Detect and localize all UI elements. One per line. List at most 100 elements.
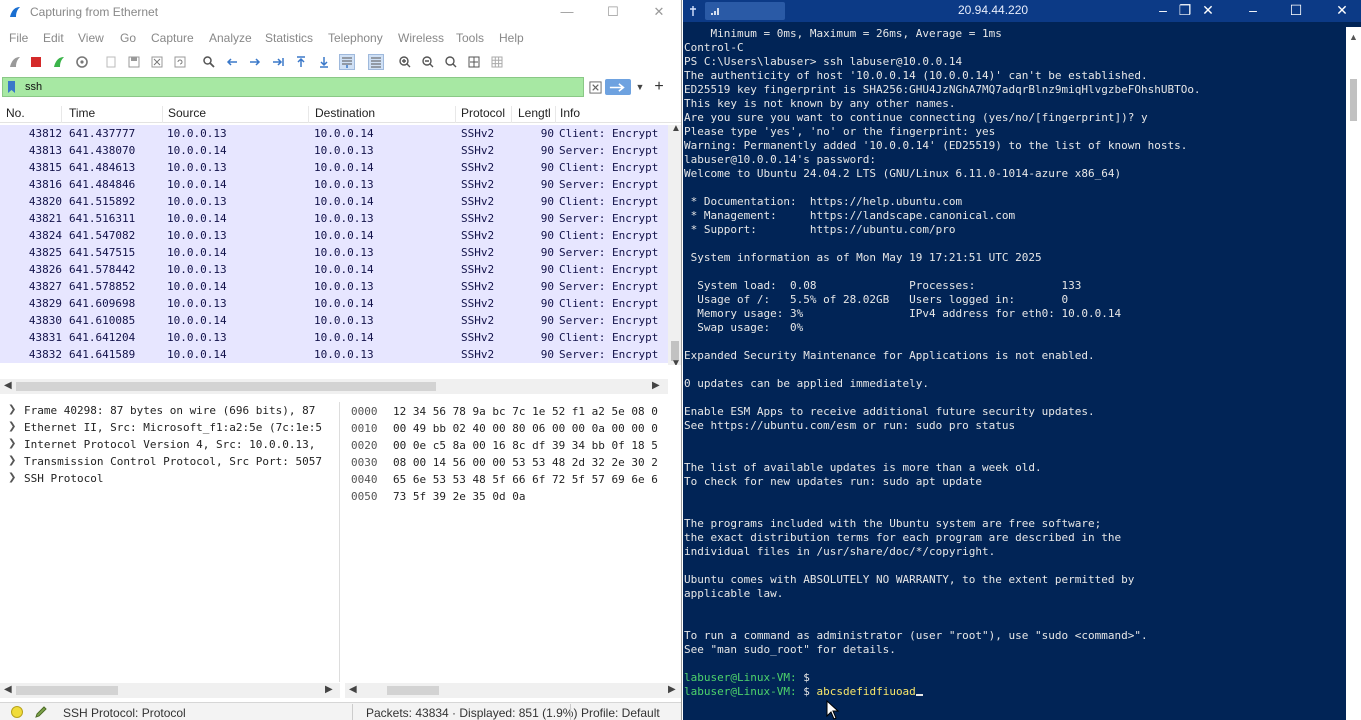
- packet-row[interactable]: 43815 641.484613 10.0.0.13 10.0.0.14 SSHv2 90…: [0, 159, 668, 176]
- capture-options-icon[interactable]: [74, 54, 90, 70]
- menu-edit[interactable]: Edit: [43, 31, 64, 45]
- resize-columns-icon[interactable]: [466, 54, 482, 70]
- scroll-thumb[interactable]: [16, 686, 118, 695]
- status-profile-text[interactable]: Profile: Default: [581, 706, 660, 720]
- chevron-right-icon[interactable]: ❯: [8, 404, 16, 415]
- chevron-right-icon[interactable]: ❯: [8, 438, 16, 449]
- chevron-right-icon[interactable]: ❯: [8, 455, 16, 466]
- reload-file-icon[interactable]: [172, 54, 188, 70]
- chevron-right-icon[interactable]: ❯: [8, 421, 16, 432]
- scroll-down-icon[interactable]: ▼: [671, 358, 681, 365]
- close-file-icon[interactable]: [149, 54, 165, 70]
- scroll-thumb[interactable]: [16, 382, 436, 391]
- menu-wireless[interactable]: Wireless: [398, 31, 444, 45]
- packet-row[interactable]: 43812 641.437777 10.0.0.13 10.0.0.14 SSHv2 90…: [0, 125, 668, 142]
- add-filter-button-icon[interactable]: +: [652, 78, 666, 95]
- hex-dump-row[interactable]: 0000 12 34 56 78 9a bc 7c 1e 52 f1 a2 5e …: [345, 404, 681, 419]
- scroll-left-icon[interactable]: ◀: [4, 380, 12, 391]
- packet-row[interactable]: 43832 641.641589 10.0.0.14 10.0.0.13 SSHv2 90…: [0, 346, 668, 363]
- remote-minimize-icon[interactable]: –: [1153, 1, 1173, 19]
- maximize-button[interactable]: ☐: [590, 2, 636, 22]
- terminal-output[interactable]: Minimum = 0ms, Maximum = 26ms, Average =…: [684, 27, 1344, 699]
- detail-ipv4[interactable]: ❯ Internet Protocol Version 4, Src: 10.0.…: [0, 436, 339, 453]
- column-header-no[interactable]: No.: [0, 106, 62, 123]
- last-packet-icon[interactable]: [316, 54, 332, 70]
- menu-view[interactable]: View: [78, 31, 104, 45]
- detail-tcp[interactable]: ❯ Transmission Control Protocol, Src Port…: [0, 453, 339, 470]
- remote-close-icon[interactable]: ✕: [1198, 1, 1218, 19]
- packet-row[interactable]: 43830 641.610085 10.0.0.14 10.0.0.13 SSHv2 90…: [0, 312, 668, 329]
- packet-row[interactable]: 43816 641.484846 10.0.0.14 10.0.0.13 SSHv2 90…: [0, 176, 668, 193]
- display-filter-input[interactable]: [25, 79, 565, 95]
- chevron-right-icon[interactable]: ❯: [8, 472, 16, 483]
- pin-icon[interactable]: [687, 5, 699, 17]
- menu-telephony[interactable]: Telephony: [328, 31, 383, 45]
- packet-row[interactable]: 43820 641.515892 10.0.0.13 10.0.0.14 SSHv2 90…: [0, 193, 668, 210]
- scroll-right-icon[interactable]: ▶: [325, 684, 333, 695]
- scroll-thumb[interactable]: [1350, 79, 1357, 121]
- scroll-left-icon[interactable]: ◀: [349, 684, 357, 695]
- scroll-up-icon[interactable]: ▲: [1349, 32, 1358, 42]
- scroll-thumb[interactable]: [387, 686, 439, 695]
- detail-frame[interactable]: ❯ Frame 40298: 87 bytes on wire (696 bits…: [0, 402, 339, 419]
- auto-scroll-icon[interactable]: [339, 54, 355, 70]
- scroll-right-icon[interactable]: ▶: [652, 380, 660, 391]
- scroll-left-icon[interactable]: ◀: [4, 684, 12, 695]
- terminal-input-line[interactable]: labuser@Linux-VM: $ abcsdefidfiuoad: [684, 685, 1344, 699]
- scroll-right-icon[interactable]: ▶: [668, 684, 676, 695]
- packet-list-horizontal-scrollbar[interactable]: ◀ ▶: [0, 379, 668, 394]
- details-horizontal-scrollbar[interactable]: ◀ ▶: [0, 683, 340, 698]
- zoom-in-icon[interactable]: [397, 54, 413, 70]
- column-header-protocol[interactable]: Protocol: [455, 106, 512, 123]
- open-file-icon[interactable]: [103, 54, 119, 70]
- go-to-packet-icon[interactable]: [270, 54, 286, 70]
- restart-capture-icon[interactable]: [51, 54, 67, 70]
- column-header-time[interactable]: Time: [63, 106, 163, 123]
- detail-ssh[interactable]: ❯ SSH Protocol: [0, 470, 339, 487]
- packet-row[interactable]: 43827 641.578852 10.0.0.14 10.0.0.13 SSHv2 90…: [0, 278, 668, 295]
- column-header-destination[interactable]: Destination: [309, 106, 456, 123]
- normal-size-icon[interactable]: [443, 54, 459, 70]
- grid-icon[interactable]: [489, 54, 505, 70]
- packet-row[interactable]: 43813 641.438070 10.0.0.14 10.0.0.13 SSHv2 90…: [0, 142, 668, 159]
- column-header-length[interactable]: Lengtl: [512, 106, 556, 123]
- minimize-button[interactable]: —: [544, 2, 590, 22]
- clear-filter-icon[interactable]: [588, 79, 602, 95]
- packet-row[interactable]: 43825 641.547515 10.0.0.14 10.0.0.13 SSHv2 90…: [0, 244, 668, 261]
- go-back-icon[interactable]: [224, 54, 240, 70]
- window-maximize-icon[interactable]: ☐: [1286, 1, 1306, 19]
- menu-go[interactable]: Go: [120, 31, 136, 45]
- hex-dump-row[interactable]: 0030 08 00 14 56 00 00 53 53 48 2d 32 2e …: [345, 455, 681, 470]
- go-forward-icon[interactable]: [247, 54, 263, 70]
- hex-dump-row[interactable]: 0050 73 5f 39 2e 35 0d 0a: [345, 489, 681, 504]
- window-close-icon[interactable]: ✕: [1332, 1, 1352, 19]
- zoom-out-icon[interactable]: [420, 54, 436, 70]
- terminal-scrollbar[interactable]: ▲: [1346, 27, 1361, 720]
- close-button[interactable]: ✕: [636, 2, 681, 22]
- detail-ethernet[interactable]: ❯ Ethernet II, Src: Microsoft_f1:a2:5e (7…: [0, 419, 339, 436]
- menu-file[interactable]: File: [9, 31, 28, 45]
- packet-list-vertical-scrollbar[interactable]: ▲ ▼: [668, 123, 681, 365]
- scroll-up-icon[interactable]: ▲: [671, 123, 681, 134]
- bytes-horizontal-scrollbar[interactable]: ◀ ▶: [345, 683, 681, 698]
- window-minimize-icon[interactable]: –: [1243, 1, 1263, 19]
- expert-info-icon[interactable]: [11, 706, 23, 718]
- packet-row[interactable]: 43831 641.641204 10.0.0.13 10.0.0.14 SSHv2 90…: [0, 329, 668, 346]
- find-packet-icon[interactable]: [201, 54, 217, 70]
- remote-tab[interactable]: [705, 2, 785, 20]
- menu-tools[interactable]: Tools: [456, 31, 484, 45]
- packet-row[interactable]: 43824 641.547082 10.0.0.13 10.0.0.14 SSHv2 90…: [0, 227, 668, 244]
- column-header-info[interactable]: Info: [554, 106, 668, 123]
- filter-history-dropdown-icon[interactable]: ▼: [634, 79, 646, 95]
- packet-row[interactable]: 43821 641.516311 10.0.0.14 10.0.0.13 SSHv2 90…: [0, 210, 668, 227]
- hex-dump-row[interactable]: 0020 00 0e c5 8a 00 16 8c df 39 34 bb 0f …: [345, 438, 681, 453]
- hex-dump-row[interactable]: 0040 65 6e 53 53 48 5f 66 6f 72 5f 57 69 …: [345, 472, 681, 487]
- menu-statistics[interactable]: Statistics: [265, 31, 313, 45]
- apply-filter-button[interactable]: [605, 79, 631, 95]
- stop-capture-icon[interactable]: [28, 54, 44, 70]
- colorize-icon[interactable]: [368, 54, 384, 70]
- hex-dump-row[interactable]: 0010 00 49 bb 02 40 00 80 06 00 00 0a 00 …: [345, 421, 681, 436]
- menu-analyze[interactable]: Analyze: [209, 31, 252, 45]
- menu-help[interactable]: Help: [499, 31, 524, 45]
- menu-capture[interactable]: Capture: [151, 31, 194, 45]
